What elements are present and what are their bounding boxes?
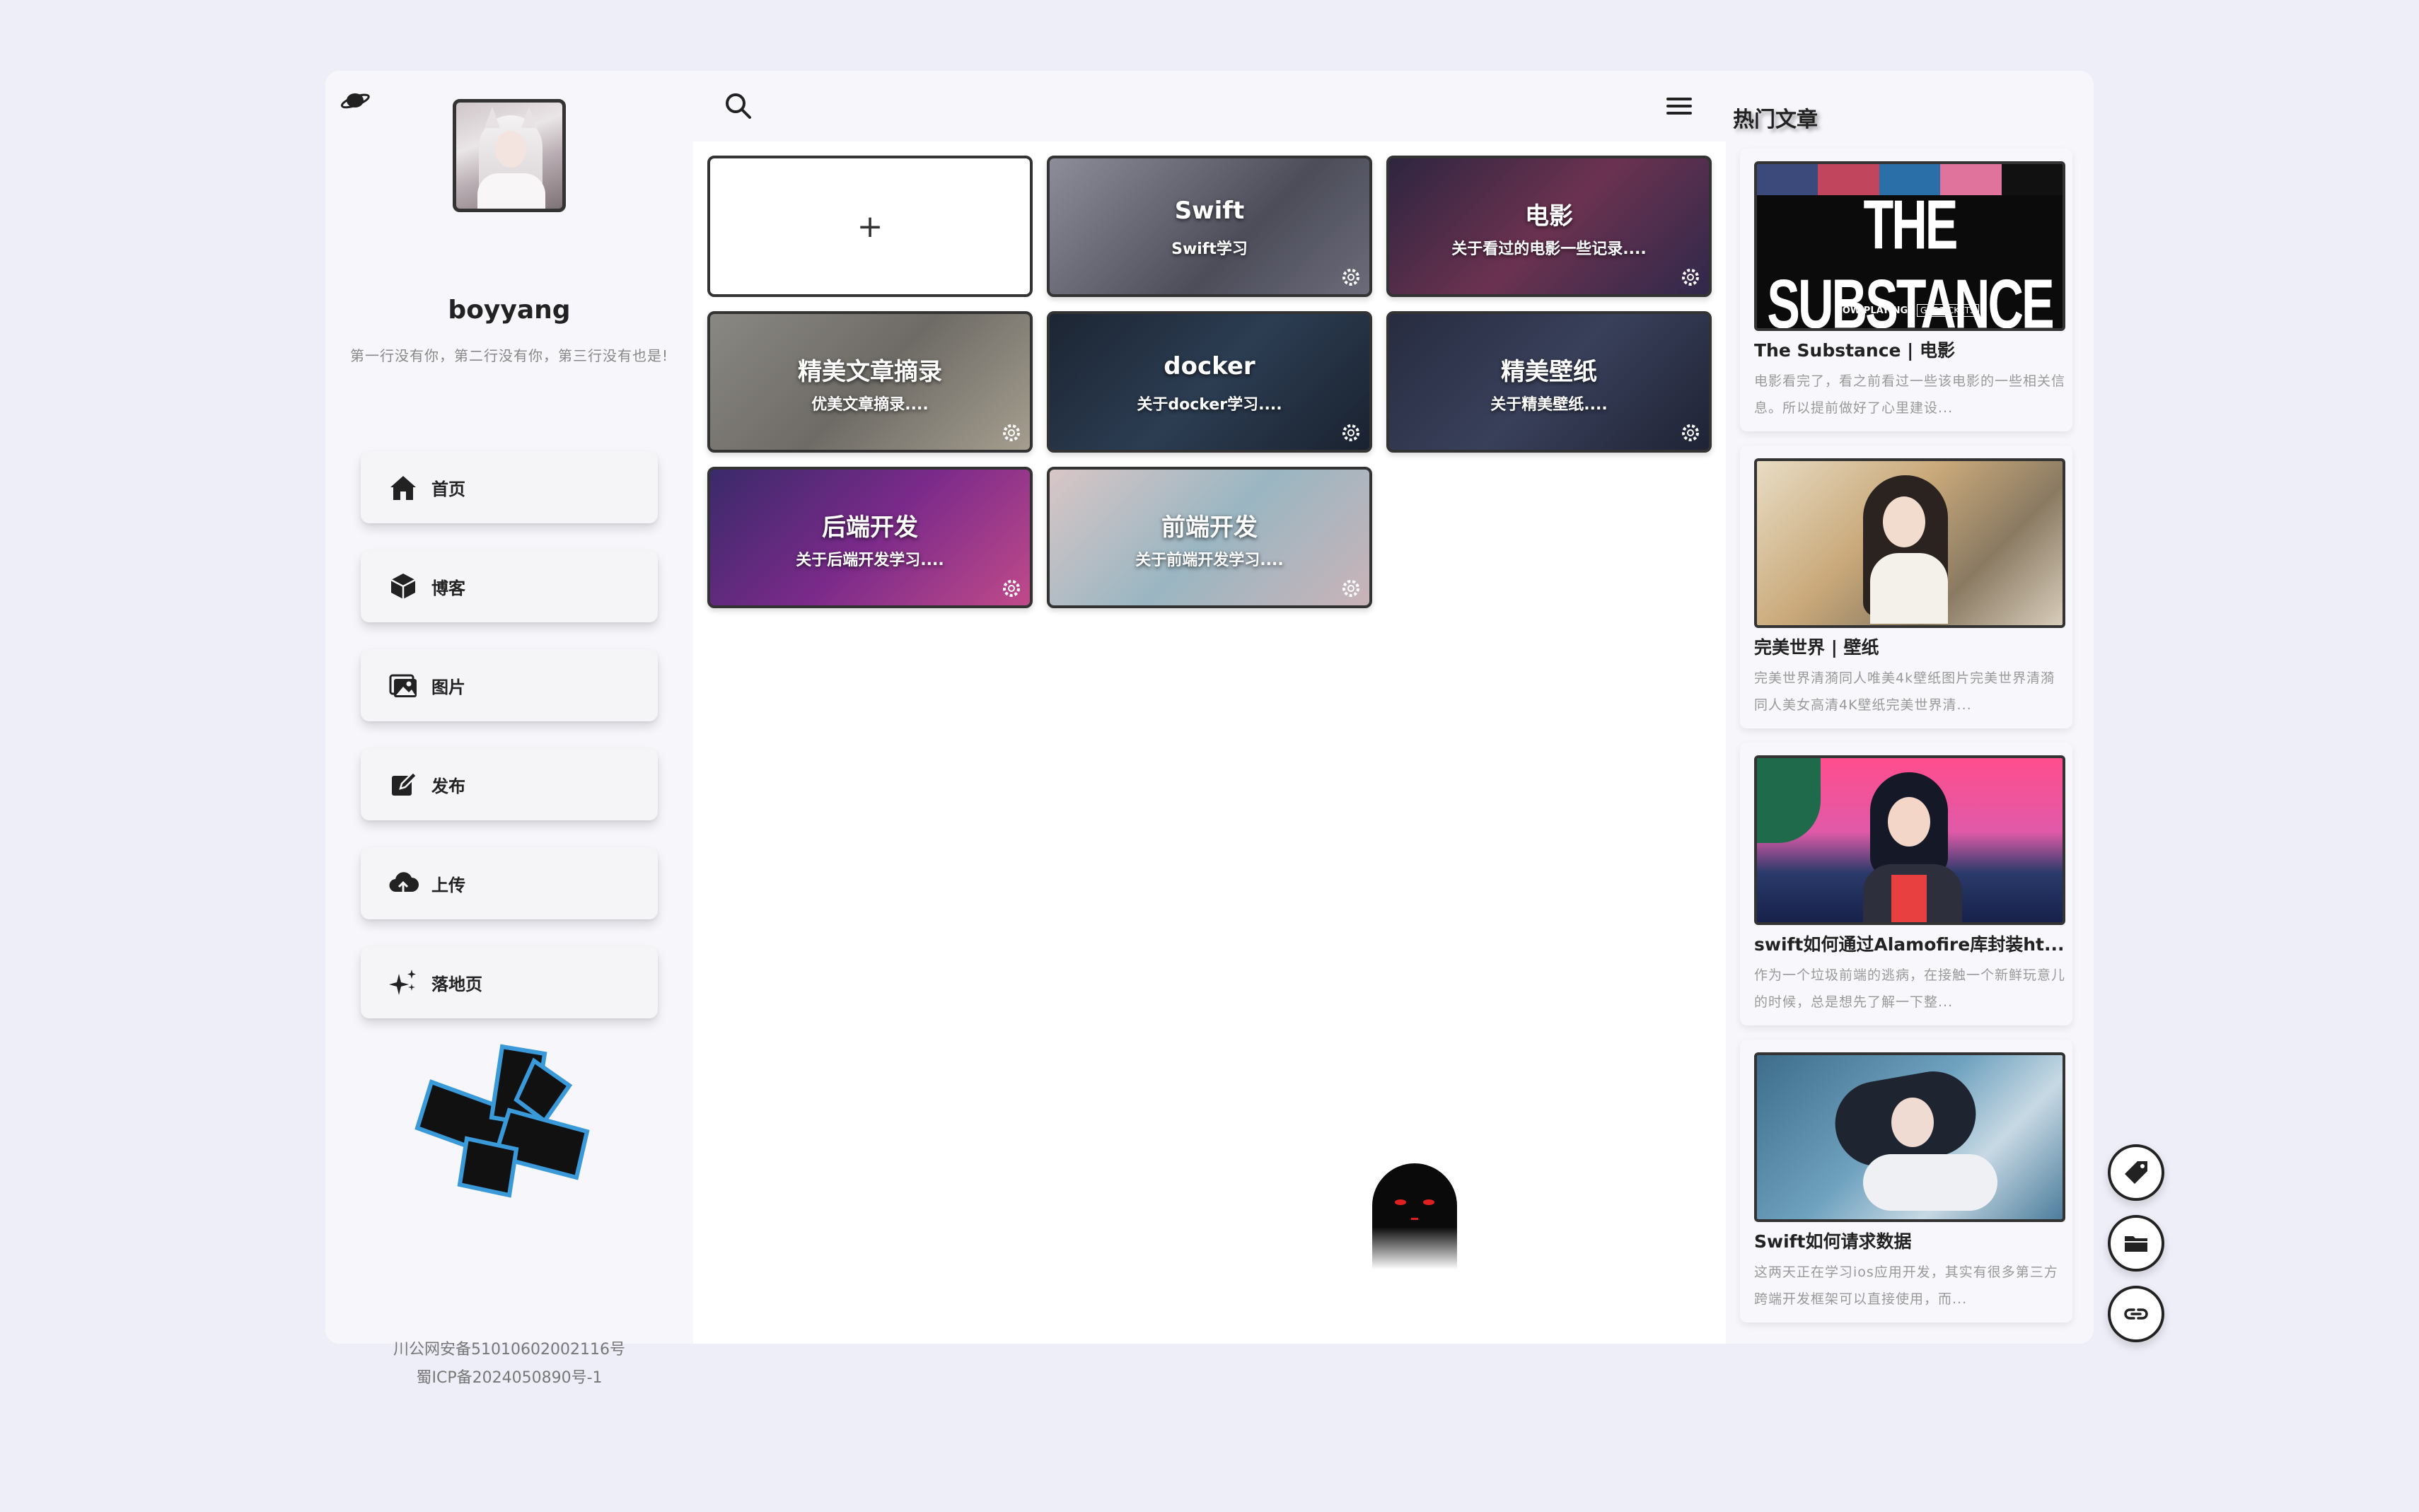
category-card[interactable]: 后端开发 关于后端开发学习.... [707,467,1033,608]
hot-posts-title: 热门文章 [1733,107,1818,132]
post-desc: 作为一个垃圾前端的逃病，在接触一个新鲜玩意儿的时候，总是想先了解一下整... [1754,967,2065,1010]
link-icon [2124,1308,2148,1320]
link-button[interactable] [2108,1286,2164,1342]
avatar[interactable] [453,99,566,212]
sidebar-item-label: 博客 [431,578,465,598]
gear-icon[interactable] [1000,577,1023,600]
post-thumbnail [1754,1052,2065,1222]
card-subtitle: 关于看过的电影一些记录.... [1451,240,1647,258]
menu-icon[interactable] [1662,89,1696,123]
gear-icon[interactable] [1679,266,1702,289]
cube-icon [390,574,416,599]
card-subtitle: 关于docker学习.... [1137,396,1282,414]
category-card[interactable]: 前端开发 关于前端开发学习.... [1047,467,1372,608]
thumb-tickets: GET TICKETS [1917,304,1979,317]
hot-post-card[interactable]: swift如何通过Alamofire库封装ht... 作为一个垃圾前端的逃病，在… [1740,743,2072,1025]
gear-icon[interactable] [1340,577,1362,600]
card-title: 后端开发 [822,513,918,542]
sidebar-item-label: 上传 [431,875,465,895]
folder-button[interactable] [2108,1215,2164,1272]
home-icon [390,476,416,500]
bio: 第一行没有你，第二行没有你，第三行没有也是! [349,347,669,364]
folder-icon [2125,1236,2147,1252]
app-window: boyyang 第一行没有你，第二行没有你，第三行没有也是! 首页 博客 图片 … [325,71,2094,1387]
hot-post-card[interactable]: Swift如何请求数据 这两天正在学习ios应用开发，其实有很多第三方跨端开发框… [1740,1040,2072,1322]
sparkles-icon [389,970,416,995]
hot-post-card[interactable]: THE SUBSTANCE NOW PLAYING GET TICKETS Th… [1740,149,2072,431]
post-desc: 完美世界清漪同人唯美4k壁纸图片完美世界清漪同人美女高清4K壁纸完美世界清... [1754,670,2055,713]
add-category-button[interactable]: + [707,156,1033,297]
sidebar: boyyang 第一行没有你，第二行没有你，第三行没有也是! 首页 博客 图片 … [325,71,693,1387]
ghost-mascot [1372,1163,1457,1269]
hot-post-card[interactable]: 完美世界 | 壁纸 完美世界清漪同人唯美4k壁纸图片完美世界清漪同人美女高清4K… [1740,446,2072,728]
gear-icon[interactable] [1340,421,1362,444]
post-thumbnail [1754,755,2065,925]
card-title: 精美壁纸 [1501,358,1597,386]
card-subtitle: 关于后端开发学习.... [796,552,944,569]
sidebar-item-home[interactable]: 首页 [361,451,658,523]
category-card[interactable]: Swift Swift学习 [1047,156,1372,297]
brand-logo [414,1044,590,1198]
cloud-upload-icon [389,872,419,895]
card-title: 电影 [1525,202,1573,231]
card-title: 精美文章摘录 [798,358,942,386]
sidebar-item-label: 首页 [431,479,465,499]
edit-icon [392,771,418,796]
sidebar-item-landing[interactable]: 落地页 [361,946,658,1018]
card-title: 前端开发 [1161,513,1258,542]
category-card[interactable]: 精美壁纸 关于精美壁纸.... [1386,311,1712,453]
card-subtitle: 优美文章摘录.... [811,396,929,414]
username: boyyang [448,296,571,325]
sidebar-item-label: 发布 [431,776,465,796]
sidebar-item-label: 图片 [431,677,465,697]
card-title: docker [1164,352,1255,380]
add-label: + [857,208,883,245]
footer-police[interactable]: 川公网安备51010602002116号 [325,1335,693,1365]
card-subtitle: 关于前端开发学习.... [1135,552,1284,569]
thumb-now-playing: NOW PLAYING [1835,306,1908,316]
sidebar-item-upload[interactable]: 上传 [361,847,658,919]
post-desc: 电影看完了，看之前看过一些该电影的一些相关信息。所以提前做好了心里建设... [1754,373,2065,416]
post-thumbnail: THE SUBSTANCE NOW PLAYING GET TICKETS [1754,161,2065,331]
gear-icon[interactable] [1000,421,1023,444]
category-grid: + Swift Swift学习 电影 关于看过的电影一些记录.... 精美文章摘… [693,141,1726,1344]
footer-icp[interactable]: 蜀ICP备2024050890号-1 [325,1365,693,1388]
category-card[interactable]: 精美文章摘录 优美文章摘录.... [707,311,1033,453]
tag-button[interactable] [2108,1144,2164,1201]
sidebar-item-label: 落地页 [431,974,482,994]
topbar [693,71,1726,141]
post-title: The Substance | 电影 [1754,340,1956,361]
thumb-headline: THE SUBSTANCE [1767,186,2054,331]
sidebar-item-images[interactable]: 图片 [361,649,658,721]
card-title: Swift [1174,197,1245,225]
post-title: swift如何通过Alamofire库封装ht... [1754,934,2065,955]
planet-icon[interactable] [340,85,371,116]
category-card[interactable]: 电影 关于看过的电影一些记录.... [1386,156,1712,297]
gear-icon[interactable] [1340,266,1362,289]
sidebar-nav: 首页 博客 图片 发布 上传 落地页 [361,451,658,1045]
hot-posts-panel: 热门文章 THE SUBSTANCE NOW PLAYING GET TICKE… [1733,71,2094,1344]
post-title: 完美世界 | 壁纸 [1754,637,1879,658]
post-title: Swift如何请求数据 [1754,1231,1912,1252]
gear-icon[interactable] [1679,421,1702,444]
main-panel: + Swift Swift学习 电影 关于看过的电影一些记录.... 精美文章摘… [693,71,1726,1344]
sidebar-item-publish[interactable]: 发布 [361,748,658,820]
images-icon [389,674,417,697]
category-card[interactable]: docker 关于docker学习.... [1047,311,1372,453]
search-icon[interactable] [721,89,755,123]
card-subtitle: 关于精美壁纸.... [1490,396,1608,414]
post-desc: 这两天正在学习ios应用开发，其实有很多第三方跨端开发框架可以直接使用，而... [1754,1264,2058,1307]
card-subtitle: Swift学习 [1171,240,1248,258]
tag-icon [2125,1161,2147,1184]
post-thumbnail [1754,458,2065,628]
sidebar-item-blog[interactable]: 博客 [361,550,658,622]
